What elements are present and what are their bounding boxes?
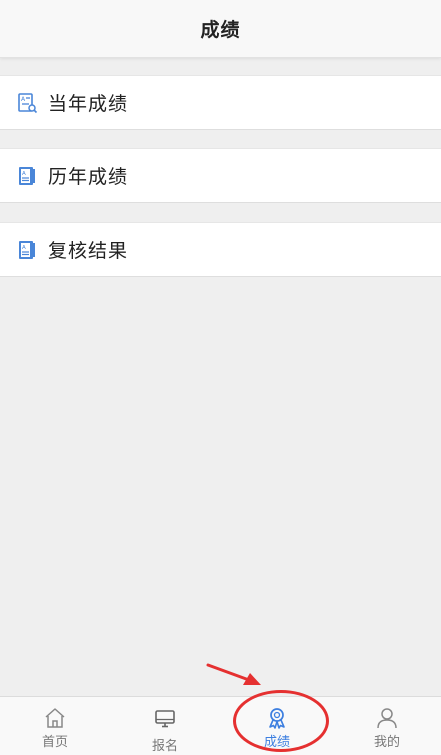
page-header: 成绩 bbox=[0, 0, 441, 58]
menu-item-current-year-score[interactable]: A 当年成绩 bbox=[0, 75, 441, 130]
tab-signup[interactable]: 报名 bbox=[110, 697, 220, 755]
page-title: 成绩 bbox=[200, 19, 241, 41]
svg-text:A: A bbox=[21, 96, 26, 103]
tab-label: 报名 bbox=[151, 739, 178, 754]
report-search-icon: A bbox=[16, 92, 38, 114]
report-book-icon: A bbox=[16, 165, 38, 187]
menu-item-review-result[interactable]: A 复核结果 bbox=[0, 222, 441, 277]
annotation-arrow-icon bbox=[206, 663, 261, 685]
tab-label: 首页 bbox=[41, 735, 68, 750]
tab-label: 我的 bbox=[373, 735, 400, 750]
home-icon bbox=[43, 706, 67, 730]
user-icon bbox=[375, 706, 399, 730]
menu-item-past-years-score[interactable]: A 历年成绩 bbox=[0, 148, 441, 203]
menu-item-label: 当年成绩 bbox=[48, 93, 129, 115]
tab-home[interactable]: 首页 bbox=[0, 697, 110, 755]
tab-mine[interactable]: 我的 bbox=[332, 697, 441, 755]
annotation-highlight-circle bbox=[233, 690, 329, 752]
monitor-icon bbox=[153, 708, 177, 732]
svg-text:A: A bbox=[22, 245, 26, 251]
report-book-icon: A bbox=[16, 239, 38, 261]
menu-item-label: 历年成绩 bbox=[48, 166, 129, 188]
menu-item-label: 复核结果 bbox=[48, 240, 129, 262]
bottom-tab-bar: 首页 报名 成绩 我的 bbox=[0, 696, 441, 755]
svg-text:A: A bbox=[22, 171, 26, 177]
